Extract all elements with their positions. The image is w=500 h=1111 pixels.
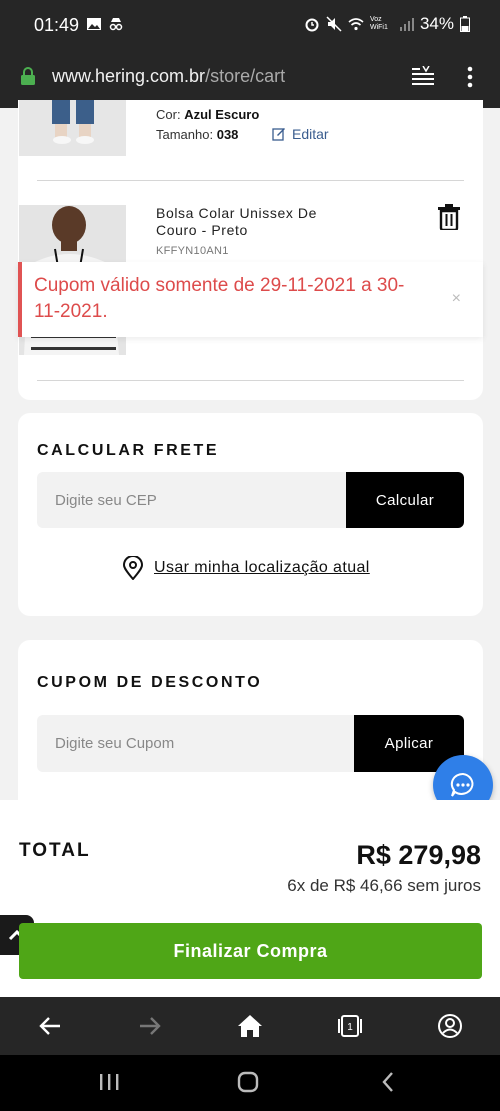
pencil-icon [272,128,285,141]
back-nav-icon[interactable] [380,1071,396,1093]
back-button[interactable] [36,1012,64,1040]
jeans-image-icon [52,100,94,144]
battery-icon [460,16,470,32]
installments-text: 6x de R$ 46,66 sem juros [287,876,481,895]
status-time: 01:49 [34,15,80,35]
edit-button[interactable]: Editar [272,126,329,142]
recent-apps-icon[interactable] [98,1071,120,1093]
product-image-jeans[interactable] [19,100,126,156]
product-size: Tamanho: 038 [156,127,239,142]
signal-icon [399,18,414,31]
alarm-icon [305,18,319,32]
location-pin-icon [122,556,144,580]
calculate-button[interactable]: Calcular [346,472,464,528]
coupon-card: CUPOM DE DESCONTO Digite seu Cupom Aplic… [18,640,483,810]
url-domain: www.hering.com.br [52,66,206,86]
coupon-input[interactable]: Digite seu Cupom [37,715,355,772]
total-label: TOTAL [19,840,91,861]
arrow-left-icon [39,1017,60,1035]
toast-message: Cupom válido somente de 29-11-2021 a 30-… [34,275,405,322]
error-toast: Cupom válido somente de 29-11-2021 a 30-… [18,262,483,337]
cep-input[interactable]: Digite seu CEP [37,472,347,528]
wifi-icon [348,18,364,31]
product-color: Cor: Azul Escuro [156,107,260,122]
account-button[interactable] [436,1012,464,1040]
system-navigation-bar [0,1055,500,1111]
home-button[interactable] [236,1012,264,1040]
more-menu-icon[interactable] [466,66,474,88]
product-code: KFFYN10AN1 [156,245,229,257]
shipping-calculator-card: CALCULAR FRETE Digite seu CEP Calcular U… [18,413,483,616]
mute-icon [326,16,342,32]
use-location-link[interactable]: Usar minha localização atual [122,556,370,580]
toast-close-button[interactable]: × [452,290,461,308]
item-divider [37,180,464,181]
chat-bubble-icon [450,772,474,797]
total-value: R$ 279,98 [356,840,481,870]
url-path: /store/cart [205,66,286,86]
home-nav-icon[interactable] [237,1071,259,1093]
item-divider [37,380,464,381]
wifi-calling-label: Voz WiFi1 [369,16,388,31]
battery-percent: 34% [419,14,454,33]
tabs-icon: 1 [338,1015,362,1037]
reader-mode-icon[interactable] [412,66,434,86]
browser-toolbar: 1 [0,997,500,1055]
arrow-right-icon [140,1017,161,1035]
account-icon [438,1014,462,1038]
lock-icon[interactable] [20,66,36,86]
coupon-title: CUPOM DE DESCONTO [37,674,263,691]
product-name[interactable]: Bolsa Colar Unissex De Couro - Preto [156,205,346,239]
forward-button[interactable] [136,1012,164,1040]
home-icon [238,1015,262,1037]
shipping-title: CALCULAR FRETE [37,442,220,459]
gallery-icon [87,18,101,30]
order-summary: TOTAL R$ 279,98 6x de R$ 46,66 sem juros… [0,800,500,997]
checkout-button[interactable]: Finalizar Compra [19,923,482,979]
trash-icon[interactable] [438,204,460,230]
status-bar: 01:49 Voz WiFi1 34% [0,0,500,52]
incognito-icon [109,18,123,31]
svg-text:1: 1 [347,1022,353,1033]
tabs-button[interactable]: 1 [336,1012,364,1040]
url-field[interactable]: www.hering.com.br/store/cart [52,66,285,87]
